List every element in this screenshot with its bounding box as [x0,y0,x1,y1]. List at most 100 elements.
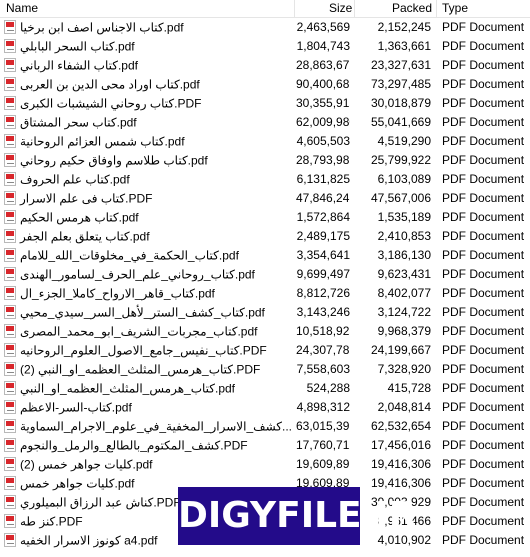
file-size: 3,143,246 [296,305,350,319]
file-size: 17,760,712 [296,438,350,452]
file-row[interactable]: كتاب فى علم الاسرار.PDF 47,846,247 47,567,… [0,189,530,208]
file-type: PDF Document [442,210,525,224]
file-row[interactable]: كشف_الاسرار_المخفية_في_علوم_الاجرام_السم… [0,417,530,436]
file-name-cell[interactable]: كتاب_كشف_الستر_لأهل_السر_سيدي_محيي.pdf [4,303,294,322]
file-row[interactable]: كتاب_هرمس_المثلث_العظمه_او_النبي.pdf 524,… [0,379,530,398]
file-name-cell[interactable]: كتاب هرمس الحكيم.pdf [4,208,294,227]
file-row[interactable]: كتاب اوراد محى الدين بن العربى.pdf 90,400… [0,75,530,94]
file-type: PDF Document [442,172,525,186]
file-name-cell[interactable]: كتاب_روحاني_علم_الحرف_لسامور_الهندى.pdf [4,265,294,284]
file-name-cell[interactable]: كتاب علم الحروف.pdf [4,170,294,189]
file-name-cell[interactable]: كتاب الاجناس اصف ابن برخيا.pdf [4,18,294,37]
file-row[interactable]: كتاب الاجناس اصف ابن برخيا.pdf 2,463,569 2… [0,18,530,37]
file-row[interactable]: كتاب الشفاء الرباني.pdf 28,863,672 23,327,… [0,56,530,75]
column-header-type[interactable]: Type [442,0,468,17]
file-packed-size: 25,799,922 [370,153,431,167]
file-row[interactable]: كتاب علم الحروف.pdf 6,131,825 6,103,089 PDF… [0,170,530,189]
file-name: كتاب فى علم الاسرار.PDF [20,191,153,206]
file-name-cell[interactable]: كتاب الشفاء الرباني.pdf [4,56,294,75]
file-row[interactable]: كتاب السحر البابلي.pdf 1,804,743 1,363,661… [0,37,530,56]
file-packed-size: 19,416,306 [370,457,431,471]
file-name-cell[interactable]: كتاب_الحكمة_في_مخلوقات_الله_للامام.pdf [4,246,294,265]
file-name-cell[interactable]: كتاب شمس العزائم الروحانية.pdf [4,132,294,151]
pdf-file-icon [4,133,16,148]
file-name-cell[interactable]: كتاب_هرمس_المثلث_العظمه_او_النبي.pdf [4,379,294,398]
pdf-file-icon [4,95,16,110]
file-packed-size: 47,567,006 [370,191,431,205]
file-row[interactable]: كتاب روحاني الشيشبات الكبرى.PDF 30,355,91… [0,94,530,113]
file-packed-size: 17,456,016 [370,438,431,452]
file-type: PDF Document [442,39,525,53]
pdf-file-icon [4,304,16,319]
file-name-cell[interactable]: كشف_الاسرار_المخفية_في_علوم_الاجرام_السم… [4,417,294,436]
file-row[interactable]: كتاب_كشف_الستر_لأهل_السر_سيدي_محيي.pdf 3,… [0,303,530,322]
file-packed-size: 3,124,722 [377,305,431,319]
file-size: 28,793,981 [296,153,350,167]
file-name-cell[interactable]: كتاب-السر-الاعظم.pdf [4,398,294,417]
file-name-cell[interactable]: كتاب فى علم الاسرار.PDF [4,189,294,208]
column-header-bar: Name Size Packed Type [0,0,530,18]
file-name-cell[interactable]: كتاب طلاسم واوفاق حكيم روحاني.pdf [4,151,294,170]
column-header-packed[interactable]: Packed [392,0,432,17]
file-name-cell[interactable]: كتاب_هرمس_المثلث_العظمه_او_النبي (2).PDF [4,360,294,379]
file-row[interactable]: كتاب_الحكمة_في_مخلوقات_الله_للامام.pdf 3,… [0,246,530,265]
column-divider[interactable] [294,0,295,17]
file-name: كشف_المكتوم_بالطالع_والرمل_والنجوم.PDF [20,438,248,453]
file-row[interactable]: كتاب هرمس الحكيم.pdf 1,572,864 1,535,189 PD… [0,208,530,227]
file-row[interactable]: كتاب_نفيس_جامع_الاصول_العلوم_الروحانيه.P… [0,341,530,360]
file-name-cell[interactable]: كتاب يتعلق بعلم الجفر.pdf [4,227,294,246]
file-name: كناش عبد الرزاق البميلوري.PDF [20,495,181,510]
file-row[interactable]: كتاب_روحاني_علم_الحرف_لسامور_الهندى.pdf 9… [0,265,530,284]
watermark-logo: DIGYFILE.IR [178,487,416,545]
pdf-file-icon [4,380,16,395]
pdf-file-icon [4,285,16,300]
file-name-cell[interactable]: كتاب_قاهر_الارواح_كاملا_الجزء_ال.pdf [4,284,294,303]
file-type: PDF Document [442,153,525,167]
file-packed-size: 415,728 [387,381,431,395]
file-row[interactable]: كتاب-السر-الاعظم.pdf 4,898,312 2,048,814 PD… [0,398,530,417]
file-name: كتاب_روحاني_علم_الحرف_لسامور_الهندى.pdf [20,267,255,282]
file-name-cell[interactable]: كليات جواهر خمس (2).pdf [4,455,294,474]
file-size: 10,518,925 [296,324,350,338]
file-type: PDF Document [442,134,525,148]
file-row[interactable]: كتاب_قاهر_الارواح_كاملا_الجزء_ال.pdf 8,81… [0,284,530,303]
file-name-cell[interactable]: كتاب_نفيس_جامع_الاصول_العلوم_الروحانيه.P… [4,341,294,360]
file-type: PDF Document [442,324,525,338]
file-row[interactable]: كتاب يتعلق بعلم الجفر.pdf 2,489,175 2,410,… [0,227,530,246]
file-name-cell[interactable]: كتاب_مجربات_الشريف_ابو_محمد_المصرى.pdf [4,322,294,341]
pdf-file-icon [4,456,16,471]
file-type: PDF Document [442,115,525,129]
file-row[interactable]: كتاب_هرمس_المثلث_العظمه_او_النبي (2).PDF… [0,360,530,379]
file-packed-size: 24,199,667 [370,343,431,357]
file-name: كتاب روحاني الشيشبات الكبرى.PDF [20,96,202,111]
file-name-cell[interactable]: كتاب اوراد محى الدين بن العربى.pdf [4,75,294,94]
file-row[interactable]: كتاب سحر المشتاق.pdf 62,009,980 55,041,669… [0,113,530,132]
file-name: كليات جواهر خمس (2).pdf [20,457,153,472]
file-packed-size: 6,103,089 [377,172,431,186]
file-packed-size: 23,327,631 [370,58,431,72]
pdf-file-icon [4,228,16,243]
file-name: كتاب_كشف_الستر_لأهل_السر_سيدي_محيي.pdf [20,305,265,320]
column-header-name[interactable]: Name [6,0,38,17]
file-type: PDF Document [442,267,525,281]
file-name-cell[interactable]: كتاب سحر المشتاق.pdf [4,113,294,132]
column-header-size[interactable]: Size [329,0,352,17]
pdf-file-icon [4,399,16,414]
file-name: كتاب الاجناس اصف ابن برخيا.pdf [20,20,184,35]
file-row[interactable]: كتاب_مجربات_الشريف_ابو_محمد_المصرى.pdf 10… [0,322,530,341]
pdf-file-icon [4,342,16,357]
file-name-cell[interactable]: كتاب روحاني الشيشبات الكبرى.PDF [4,94,294,113]
file-size: 3,354,641 [296,248,350,262]
file-row[interactable]: كليات جواهر خمس (2).pdf 19,609,896 19,416,… [0,455,530,474]
file-name-cell[interactable]: كشف_المكتوم_بالطالع_والرمل_والنجوم.PDF [4,436,294,455]
file-size: 28,863,672 [296,58,350,72]
file-row[interactable]: كتاب طلاسم واوفاق حكيم روحاني.pdf 28,793,… [0,151,530,170]
pdf-file-icon [4,57,16,72]
column-divider[interactable] [354,0,355,17]
file-packed-size: 9,968,379 [377,324,431,338]
file-row[interactable]: كشف_المكتوم_بالطالع_والرمل_والنجوم.PDF 17… [0,436,530,455]
file-row[interactable]: كتاب شمس العزائم الروحانية.pdf 4,605,503 4… [0,132,530,151]
file-name-cell[interactable]: كتاب السحر البابلي.pdf [4,37,294,56]
file-type: PDF Document [442,286,525,300]
column-divider[interactable] [436,0,437,17]
